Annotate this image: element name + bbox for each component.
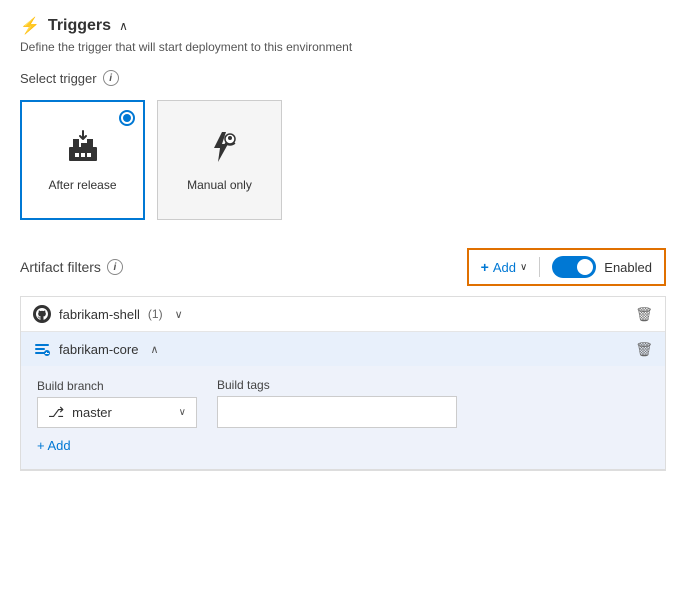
fields-row: Build branch ⎇ master ∨ Build tags (37, 378, 649, 428)
artifact-title-group: Artifact filters i (20, 259, 123, 275)
after-release-label: After release (48, 178, 116, 192)
trigger-card-manual-only[interactable]: Manual only (157, 100, 282, 220)
trigger-options: After release Manual only (20, 100, 666, 220)
artifact-header: Artifact filters i + Add ∨ Enabled (20, 248, 666, 286)
section-title: Triggers (48, 17, 111, 35)
add-button[interactable]: + Add ∨ (481, 259, 528, 275)
after-release-icon (65, 129, 101, 170)
manual-only-icon (202, 129, 238, 170)
select-trigger-label: Select trigger (20, 71, 97, 86)
expanded-content-fabrikam-core: Build branch ⎇ master ∨ Build tags + Add (21, 366, 665, 470)
artifact-row-fabrikam-shell: fabrikam-shell (1) ∨ 🗑 (21, 297, 665, 332)
fabrikam-core-delete-icon[interactable]: 🗑 (635, 341, 653, 358)
section-header: ⚡ Triggers ∧ (20, 16, 666, 36)
artifact-row-content-core: fabrikam-core ∧ (33, 340, 159, 358)
triggers-icon: ⚡ (20, 16, 40, 36)
enabled-toggle[interactable] (552, 256, 596, 278)
plus-icon: + (481, 259, 489, 275)
build-branch-input[interactable]: ⎇ master ∨ (37, 397, 197, 428)
add-chevron-icon: ∨ (520, 262, 527, 273)
build-tags-label: Build tags (217, 378, 457, 392)
build-tags-input[interactable] (217, 396, 457, 428)
divider (539, 257, 540, 277)
fabrikam-core-name: fabrikam-core (59, 342, 138, 357)
build-branch-value: master (72, 405, 112, 420)
artifact-list: fabrikam-shell (1) ∨ 🗑 (20, 296, 666, 471)
artifact-row-content: fabrikam-shell (1) ∨ (33, 305, 183, 323)
build-tags-group: Build tags (217, 378, 457, 428)
build-branch-label: Build branch (37, 379, 197, 393)
fabrikam-core-chevron[interactable]: ∧ (150, 343, 158, 356)
github-icon (33, 305, 51, 323)
fabrikam-shell-delete-icon[interactable]: 🗑 (635, 306, 653, 323)
select-trigger-info-icon[interactable]: i (103, 70, 119, 86)
artifact-filters-info-icon[interactable]: i (107, 259, 123, 275)
git-icon: ⎇ (48, 404, 64, 421)
add-filter-label: + Add (37, 438, 71, 453)
artifact-row-fabrikam-core: fabrikam-core ∧ 🗑 (21, 332, 665, 366)
trigger-card-after-release[interactable]: After release (20, 100, 145, 220)
section-subtitle: Define the trigger that will start deplo… (20, 40, 666, 54)
build-definition-icon (33, 340, 51, 358)
manual-only-label: Manual only (187, 178, 252, 192)
artifact-controls: + Add ∨ Enabled (467, 248, 666, 286)
select-trigger-row: Select trigger i (20, 70, 666, 86)
fabrikam-shell-chevron[interactable]: ∨ (175, 308, 183, 321)
enabled-label: Enabled (604, 260, 652, 275)
artifact-filters-label: Artifact filters (20, 259, 101, 275)
branch-chevron-icon: ∨ (179, 407, 186, 418)
toggle-container: Enabled (552, 256, 652, 278)
fabrikam-shell-count: (1) (148, 307, 163, 321)
fabrikam-shell-name: fabrikam-shell (59, 307, 140, 322)
section-chevron[interactable]: ∧ (119, 19, 128, 33)
build-branch-group: Build branch ⎇ master ∨ (37, 379, 197, 428)
radio-after-release[interactable] (119, 110, 135, 126)
main-container: ⚡ Triggers ∧ Define the trigger that wil… (0, 0, 686, 499)
artifact-section: Artifact filters i + Add ∨ Enabled (20, 248, 666, 471)
add-filter-link[interactable]: + Add (37, 438, 649, 453)
add-label: Add (493, 260, 516, 275)
